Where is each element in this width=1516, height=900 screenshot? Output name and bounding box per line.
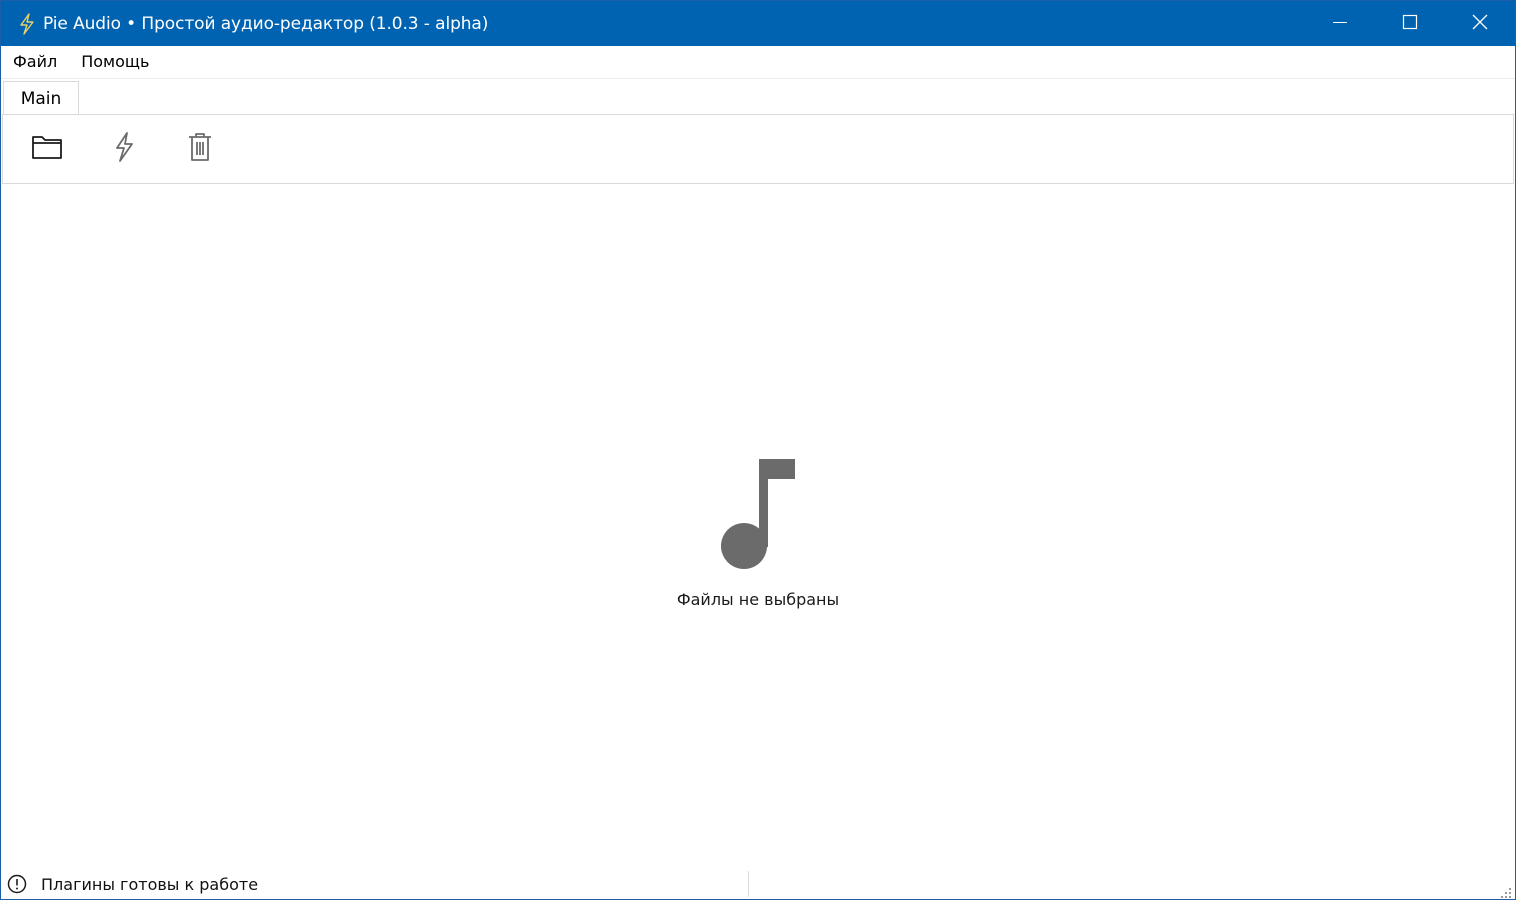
trash-icon — [187, 132, 213, 166]
minimize-icon — [1332, 14, 1348, 34]
music-note-icon — [719, 457, 797, 571]
open-folder-button[interactable] — [27, 129, 67, 169]
resize-grip-icon[interactable] — [1500, 884, 1512, 898]
window-controls — [1305, 1, 1515, 46]
menu-bar: Файл Помощь — [1, 46, 1515, 78]
status-text: Плагины готовы к работе — [41, 874, 259, 894]
tab-main[interactable]: Main — [3, 81, 79, 116]
main-content: Файлы не выбраны — [1, 184, 1515, 869]
status-bar: Плагины готовы к работе — [1, 869, 1515, 899]
toolbar — [2, 114, 1514, 184]
app-window: Pie Audio • Простой аудио-редактор (1.0.… — [0, 0, 1516, 900]
status-separator — [748, 871, 749, 897]
empty-state-message: Файлы не выбраны — [676, 590, 840, 609]
maximize-button[interactable] — [1375, 1, 1445, 46]
tab-strip: Main — [1, 78, 1515, 116]
maximize-icon — [1402, 14, 1418, 34]
alert-circle-icon — [7, 874, 27, 894]
lightning-icon — [15, 12, 39, 36]
title-bar[interactable]: Pie Audio • Простой аудио-редактор (1.0.… — [1, 1, 1515, 46]
menu-file[interactable]: Файл — [1, 46, 69, 78]
close-button[interactable] — [1445, 1, 1515, 46]
lightning-icon — [112, 131, 136, 167]
delete-button[interactable] — [180, 129, 220, 169]
menu-help[interactable]: Помощь — [69, 46, 161, 78]
minimize-button[interactable] — [1305, 1, 1375, 46]
close-icon — [1472, 14, 1488, 34]
folder-open-icon — [31, 134, 63, 164]
process-button[interactable] — [104, 129, 144, 169]
window-title: Pie Audio • Простой аудио-редактор (1.0.… — [43, 13, 489, 34]
